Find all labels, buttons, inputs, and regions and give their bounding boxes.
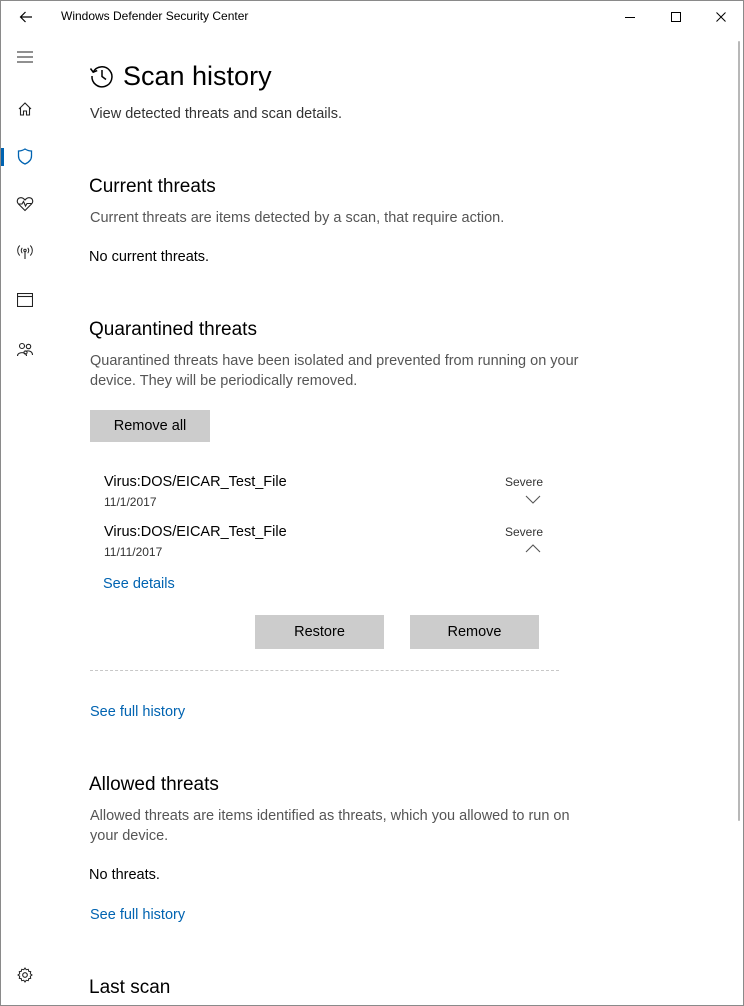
page-title: Scan history [123,60,272,91]
back-arrow-icon [19,11,32,23]
current-threats-heading: Current threats [89,176,216,197]
see-full-history-link[interactable]: See full history [90,907,185,923]
expand-chevron-button[interactable] [523,493,543,505]
gear-icon [17,967,33,983]
sidebar-item-device-health[interactable] [1,184,49,224]
allowed-threats-status: No threats. [89,867,160,883]
maximize-icon [671,12,681,22]
hamburger-menu-icon [17,51,33,63]
collapse-chevron-button[interactable] [523,542,543,554]
shield-icon [17,147,33,165]
threat-name: Virus:DOS/EICAR_Test_File [104,474,287,490]
chevron-up-icon [525,543,541,552]
minimize-icon [625,17,635,18]
sidebar-item-app-browser[interactable] [1,280,49,320]
allowed-threats-description: Allowed threats are items identified as … [90,808,570,844]
heart-pulse-icon [16,197,34,212]
remove-button[interactable]: Remove [410,615,539,649]
title-bar: Windows Defender Security Center [1,1,743,33]
severity-label: Severe [505,475,544,489]
app-window: Windows Defender Security Center Scan hi… [0,0,744,1006]
history-clock-icon [89,66,113,88]
threat-date: 11/11/2017 [104,545,163,559]
sidebar-item-virus-protection[interactable] [1,136,49,176]
current-threats-description: Current threats are items detected by a … [90,210,505,226]
window-title: Windows Defender Security Center [61,9,249,23]
sidebar-item-firewall-network[interactable] [1,232,49,272]
quarantined-threats-description: Quarantined threats have been isolated a… [90,353,579,389]
remove-all-button[interactable]: Remove all [90,410,210,442]
section-divider [90,670,559,671]
menu-button[interactable] [1,37,49,77]
wireless-antenna-icon [17,245,33,259]
page-header: Scan history [89,58,272,94]
chevron-down-icon [525,495,541,504]
back-button[interactable] [11,5,41,29]
browser-window-icon [17,293,33,307]
maximize-button[interactable] [653,1,699,33]
navigation-sidebar [1,33,49,1005]
sidebar-item-settings[interactable] [1,955,49,995]
see-full-history-link[interactable]: See full history [90,704,185,720]
close-icon [716,12,726,22]
last-scan-heading: Last scan [89,977,171,998]
severity-label: Severe [505,525,544,539]
allowed-threats-heading: Allowed threats [89,774,219,795]
current-threats-status: No current threats. [89,249,210,265]
see-details-link[interactable]: See details [103,576,175,592]
close-button[interactable] [698,1,743,33]
quarantined-threats-heading: Quarantined threats [89,319,257,340]
home-icon [18,102,32,116]
family-icon [16,342,34,357]
restore-button[interactable]: Restore [255,615,384,649]
vertical-scrollbar[interactable] [738,41,740,821]
sidebar-item-home[interactable] [1,89,49,129]
sidebar-item-family-options[interactable] [1,330,49,370]
minimize-button[interactable] [607,1,653,33]
threat-name: Virus:DOS/EICAR_Test_File [104,524,287,540]
threat-date: 11/1/2017 [104,495,157,509]
page-subtitle: View detected threats and scan details. [90,106,343,122]
